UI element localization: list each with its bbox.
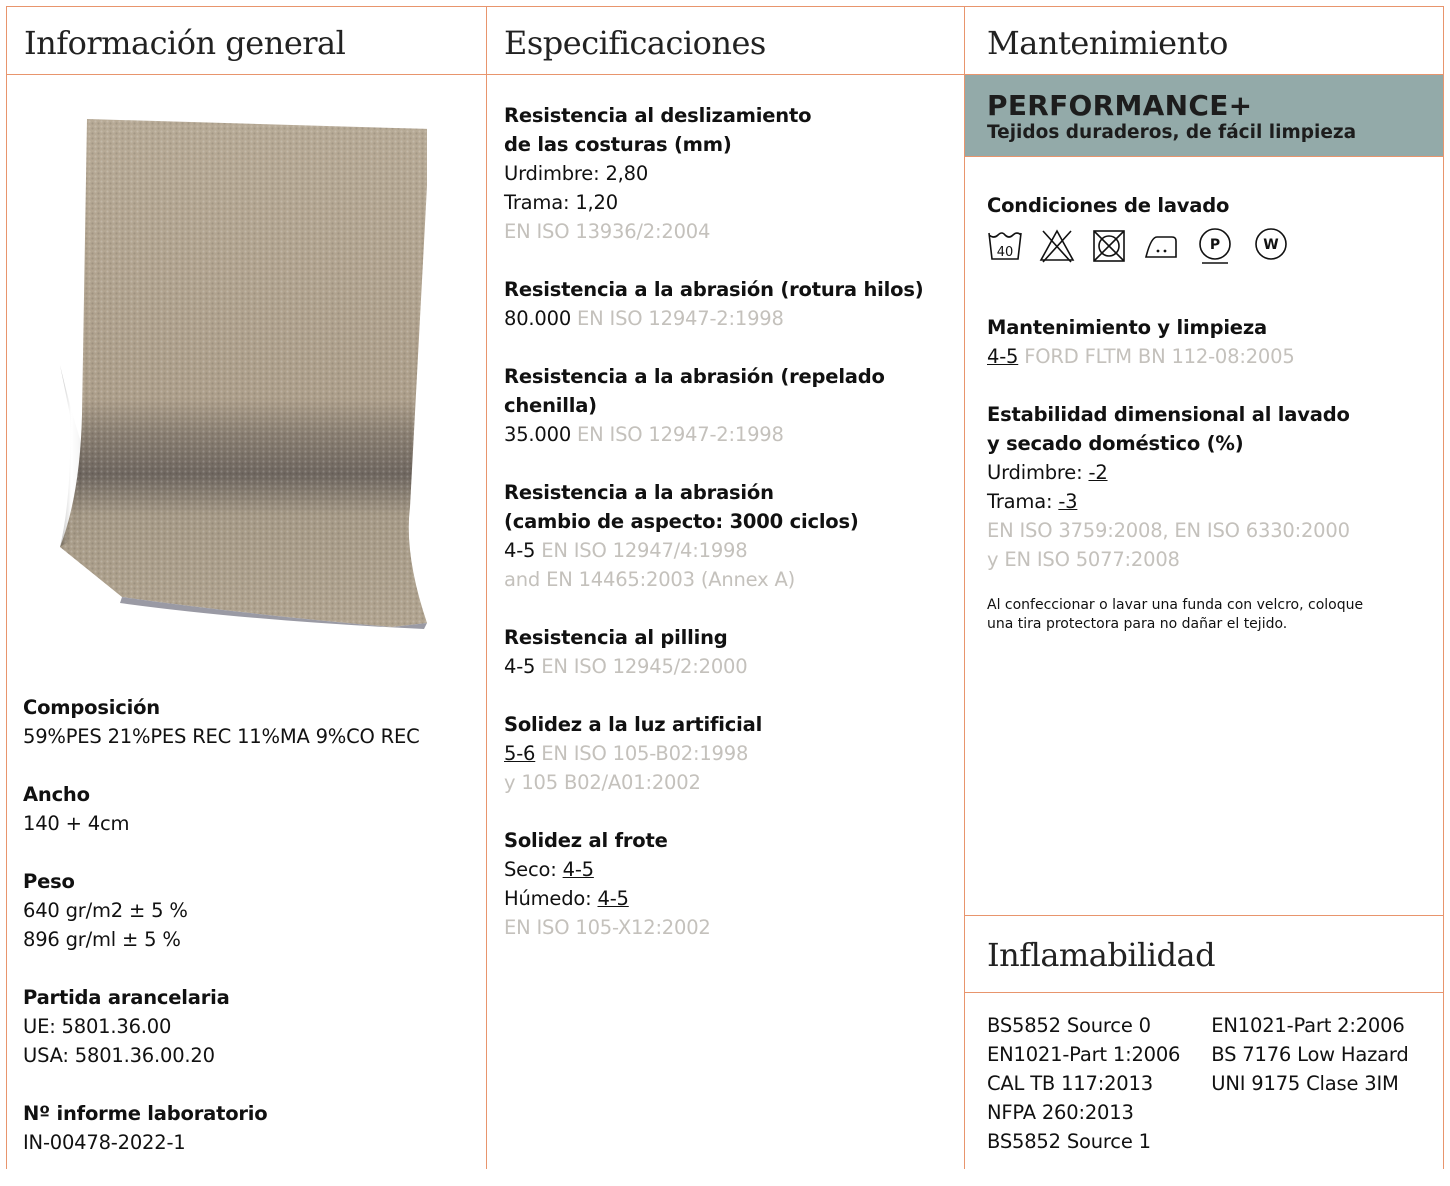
wet-clean-w-icon: W <box>1255 228 1287 260</box>
wash-40-icon: 40 <box>988 232 1022 260</box>
spec-sheet: Información general Composición 59%PES 2… <box>6 6 1444 1169</box>
svg-text:W: W <box>1263 237 1278 253</box>
no-bleach-icon <box>1039 229 1075 263</box>
light-fastness: Solidez a la luz artificial 5-6 EN ISO 1… <box>504 713 763 794</box>
abrasion-appearance: Resistencia a la abrasión (cambio de asp… <box>504 481 859 591</box>
dry-clean-p-icon: P <box>1199 228 1231 264</box>
flammability-standards: BS5852 Source 0 EN1021-Part 1:2006 CAL T… <box>987 1011 1409 1156</box>
rubbing-fastness: Solidez al frote Seco: 4-5 Húmedo: 4-5 E… <box>504 829 711 939</box>
maintenance-info: Condiciones de lavado 40 P W Mantenimien… <box>987 191 1433 634</box>
composition: Composición 59%PES 21%PES REC 11%MA 9%CO… <box>23 696 420 748</box>
care-symbols: 40 P W <box>987 225 1433 267</box>
maintenance-heading: Mantenimiento <box>965 7 1443 75</box>
velcro-note: Al confeccionar o lavar una funda con ve… <box>987 597 1364 632</box>
weight: Peso 640 gr/m2 ± 5 % 896 gr/ml ± 5 % <box>23 870 188 951</box>
general-heading: Información general <box>7 7 486 75</box>
tariff-code: Partida arancelaria UE: 5801.36.00 USA: … <box>23 986 230 1067</box>
fabric-swatch-image <box>60 119 427 629</box>
dimensional-stability: Estabilidad dimensional al lavado y seca… <box>987 403 1350 571</box>
maintenance-column: Mantenimiento PERFORMANCE+ Tejidos durad… <box>964 7 1443 1169</box>
general-column: Información general Composición 59%PES 2… <box>7 7 486 1169</box>
abrasion-thread-break: Resistencia a la abrasión (rotura hilos)… <box>504 278 924 330</box>
specs-list: Resistencia al deslizamiento de las cost… <box>504 101 924 971</box>
cleaning: Mantenimiento y limpieza 4-5 FORD FLTM B… <box>987 316 1295 368</box>
specs-column: Especificaciones Resistencia al deslizam… <box>486 7 965 1169</box>
performance-banner: PERFORMANCE+ Tejidos duraderos, de fácil… <box>965 75 1443 157</box>
svg-text:40: 40 <box>997 245 1014 260</box>
abrasion-chenille: Resistencia a la abrasión (repelado chen… <box>504 365 885 446</box>
svg-text:P: P <box>1210 237 1220 253</box>
lab-report: Nº informe laboratorio IN-00478-2022-1 <box>23 1102 268 1154</box>
pilling: Resistencia al pilling 4-5 EN ISO 12945/… <box>504 626 748 678</box>
flammability-list-right: EN1021-Part 2:2006 BS 7176 Low Hazard UN… <box>1211 1014 1409 1095</box>
flammability-list-left: BS5852 Source 0 EN1021-Part 1:2006 CAL T… <box>987 1014 1181 1153</box>
iron-low-icon <box>1144 236 1177 258</box>
no-tumble-dry-icon <box>1093 230 1125 262</box>
general-info: Composición 59%PES 21%PES REC 11%MA 9%CO… <box>23 693 420 1186</box>
seam-slippage: Resistencia al deslizamiento de las cost… <box>504 104 812 243</box>
width: Ancho 140 + 4cm <box>23 783 130 835</box>
specs-heading: Especificaciones <box>487 7 965 75</box>
flammability-heading: Inflamabilidad <box>965 915 1443 993</box>
